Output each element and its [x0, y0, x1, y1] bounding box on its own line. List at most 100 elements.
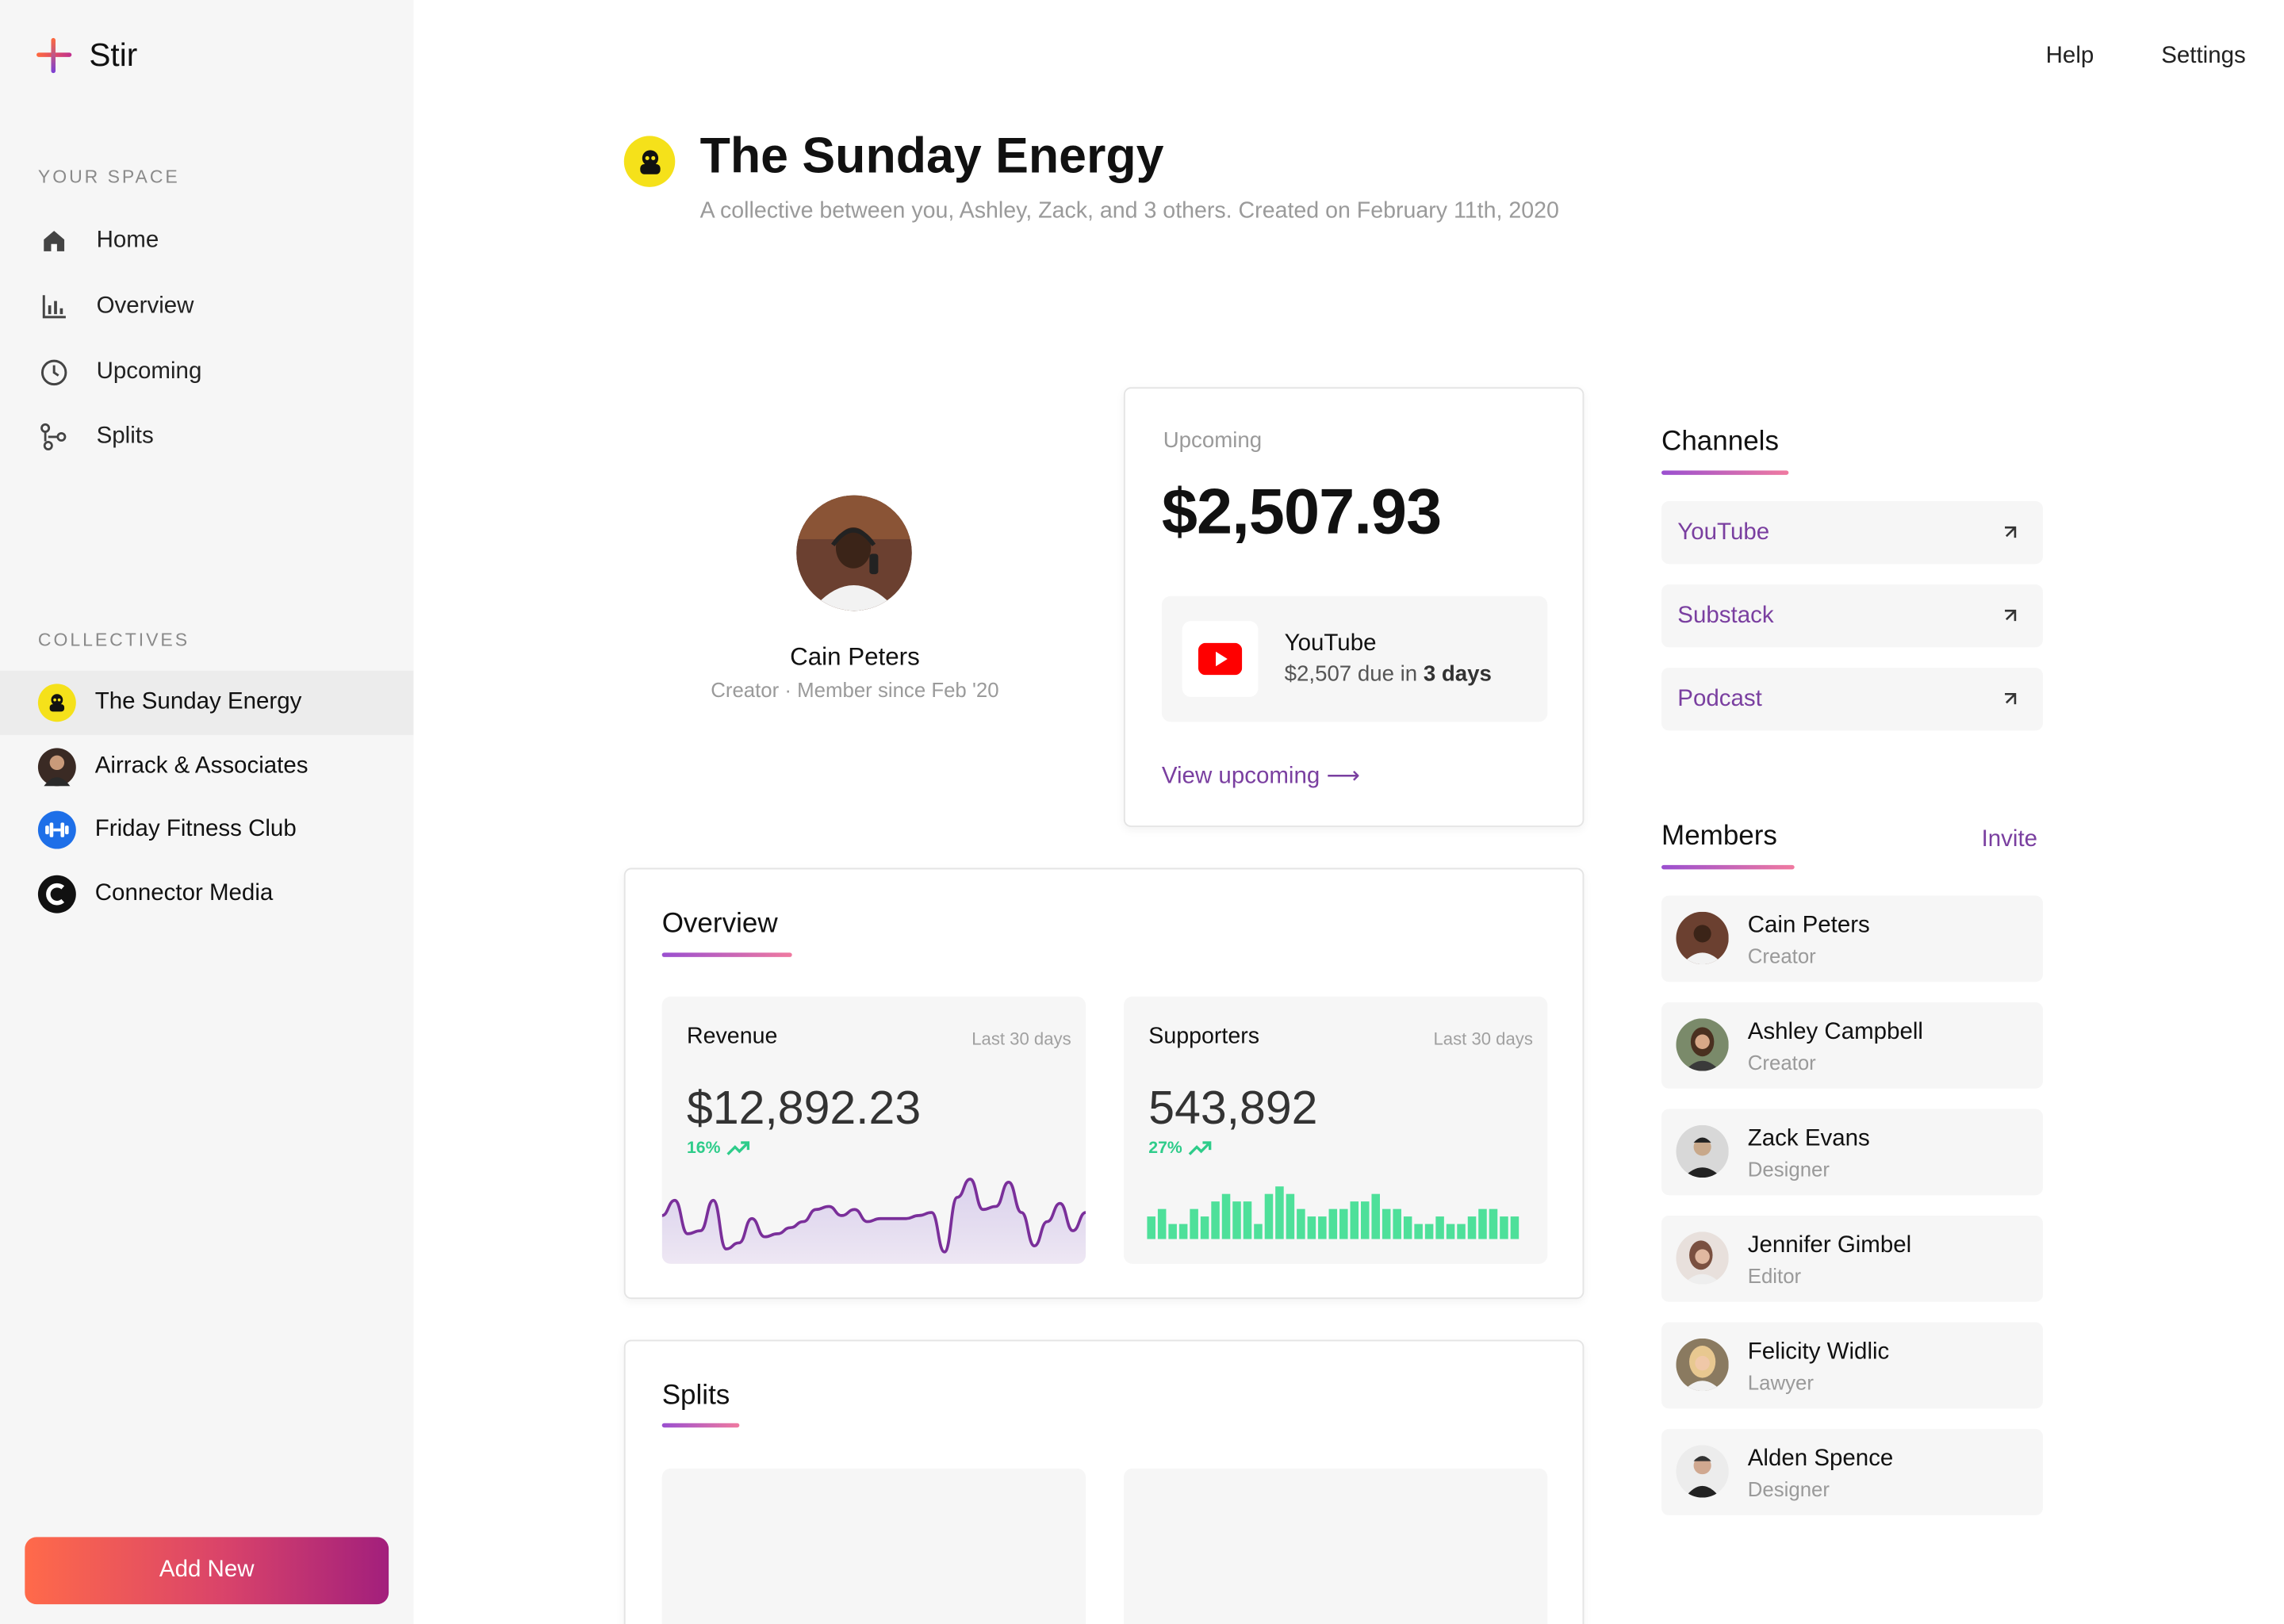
collective-label: Friday Fitness Club [94, 817, 297, 842]
sidebar: Stir YOUR SPACE Home Overview Upcoming S… [0, 0, 414, 1624]
sidebar-item-upcoming[interactable]: Upcoming [38, 357, 201, 389]
dumbbell-icon [37, 810, 76, 849]
add-new-button[interactable]: Add New [25, 1537, 389, 1605]
member-item[interactable]: Alden Spence Designer [1661, 1429, 2043, 1515]
supporters-bar [1200, 1216, 1209, 1239]
supporters-bar [1403, 1216, 1412, 1239]
member-item[interactable]: Jennifer Gimbel Editor [1661, 1216, 2043, 1302]
supporters-bar [1457, 1224, 1466, 1239]
revenue-range: Last 30 days [971, 1028, 1071, 1049]
avatar [1676, 1445, 1729, 1498]
page-subtitle: A collective between you, Ashley, Zack, … [699, 198, 1559, 224]
overview-underline [661, 952, 792, 957]
member-name: Alden Spence [1747, 1446, 1894, 1472]
supporters-bar [1371, 1193, 1380, 1239]
channel-podcast[interactable]: Podcast [1661, 668, 2043, 731]
channel-label: YouTube [1677, 519, 1770, 545]
supporters-bar [1254, 1224, 1263, 1239]
avatar [1676, 1231, 1729, 1285]
view-upcoming-link[interactable]: View upcoming ⟶ [1162, 761, 1360, 791]
member-item[interactable]: Cain Peters Creator [1661, 895, 2043, 982]
trend-up-icon [726, 1141, 750, 1155]
channels-underline [1661, 470, 1789, 475]
supporters-bar [1221, 1193, 1231, 1239]
collective-item-connector-media[interactable]: Connector Media [0, 862, 413, 926]
split-placeholder [1123, 1468, 1548, 1624]
channel-youtube[interactable]: YouTube [1661, 501, 2043, 565]
settings-link[interactable]: Settings [2161, 44, 2246, 70]
supporters-bar [1382, 1208, 1391, 1239]
due-days: 3 days [1423, 661, 1492, 688]
supporters-bar [1435, 1216, 1444, 1239]
supporters-bar [1393, 1208, 1401, 1239]
help-link[interactable]: Help [2046, 44, 2094, 70]
member-name: Jennifer Gimbel [1747, 1233, 1912, 1258]
sidebar-item-label: Splits [96, 423, 154, 449]
member-role: Designer [1747, 1477, 1830, 1501]
collective-label: Connector Media [94, 881, 274, 906]
page-title: The Sunday Energy [699, 128, 1164, 185]
profile-subtitle: Creator · Member since Feb '20 [711, 677, 999, 702]
channels-title: Channels [1661, 427, 1779, 458]
collective-label: The Sunday Energy [94, 689, 302, 715]
collectives-label: COLLECTIVES [37, 630, 190, 650]
member-name: Cain Peters [1747, 913, 1870, 938]
sidebar-item-label: Home [96, 228, 159, 253]
upcoming-amount: $2,507.93 [1161, 476, 1442, 548]
supporters-bar [1275, 1186, 1284, 1239]
profile-name: Cain Peters [790, 642, 920, 671]
channel-substack[interactable]: Substack [1661, 584, 2043, 648]
channel-label: Substack [1677, 603, 1774, 628]
your-space-label: YOUR SPACE [37, 167, 180, 187]
supporters-bar [1500, 1216, 1508, 1239]
supporters-bar [1350, 1201, 1359, 1239]
sidebar-item-home[interactable]: Home [38, 225, 159, 258]
member-role: Designer [1747, 1157, 1830, 1181]
revenue-stat[interactable]: Revenue Last 30 days $12,892.23 16% [661, 996, 1086, 1264]
stir-logo-icon [36, 37, 72, 74]
trend-up-icon [1188, 1141, 1212, 1155]
splits-title: Splits [661, 1381, 730, 1411]
invite-button[interactable]: Invite [1982, 827, 2037, 853]
collective-item-friday-fitness-club[interactable]: Friday Fitness Club [0, 798, 413, 862]
splits-card: Splits [623, 1339, 1585, 1624]
revenue-change-value: 16% [687, 1139, 721, 1158]
member-role: Creator [1747, 944, 1816, 967]
member-role: Lawyer [1747, 1370, 1814, 1394]
avatar [1676, 1018, 1729, 1071]
upcoming-item[interactable]: YouTube $2,507 due in 3 days [1161, 596, 1548, 722]
supporters-stat[interactable]: Supporters Last 30 days 543,892 27% [1123, 996, 1548, 1264]
supporters-bar [1190, 1208, 1198, 1239]
collective-item-airrack[interactable]: Airrack & Associates [0, 735, 413, 799]
supporters-bar [1168, 1224, 1177, 1239]
member-name: Ashley Campbell [1747, 1020, 1923, 1045]
member-item[interactable]: Felicity Widlic Lawyer [1661, 1322, 2043, 1409]
due-prefix: $2,507 due in [1284, 661, 1424, 688]
sidebar-item-overview[interactable]: Overview [38, 291, 194, 324]
overview-card: Overview Revenue Last 30 days $12,892.23… [623, 868, 1585, 1300]
upcoming-item-due: $2,507 due in 3 days [1285, 662, 1492, 687]
member-item[interactable]: Zack Evans Designer [1661, 1109, 2043, 1196]
airrack-avatar-icon [37, 748, 76, 787]
sidebar-item-splits[interactable]: Splits [38, 421, 154, 454]
member-name: Zack Evans [1747, 1126, 1870, 1151]
sunday-energy-icon [623, 136, 676, 187]
member-name: Felicity Widlic [1747, 1339, 1890, 1365]
sidebar-item-label: Overview [96, 293, 194, 319]
collective-item-the-sunday-energy[interactable]: The Sunday Energy [0, 670, 414, 735]
supporters-bar [1264, 1193, 1274, 1239]
collective-label: Airrack & Associates [94, 753, 308, 779]
sidebar-item-label: Upcoming [96, 359, 202, 385]
supporters-bar [1414, 1224, 1423, 1239]
revenue-title: Revenue [687, 1024, 778, 1049]
supporters-bar [1178, 1224, 1188, 1239]
revenue-change: 16% [687, 1139, 750, 1158]
revenue-value: $12,892.23 [687, 1081, 922, 1134]
supporters-bar [1339, 1208, 1348, 1239]
app-logo[interactable]: Stir [36, 36, 137, 75]
app-name: Stir [89, 36, 138, 74]
avatar [796, 495, 912, 611]
member-role: Editor [1747, 1263, 1802, 1288]
member-item[interactable]: Ashley Campbell Creator [1661, 1002, 2043, 1089]
upcoming-card: Upcoming $2,507.93 YouTube $2,507 due in… [1123, 387, 1585, 827]
